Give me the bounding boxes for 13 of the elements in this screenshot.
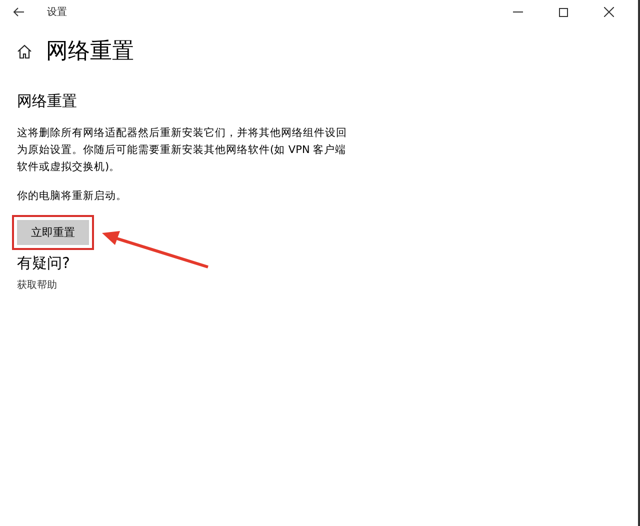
reset-now-button[interactable]: 立即重置 [17, 220, 89, 245]
window-title: 设置 [47, 6, 67, 19]
maximize-icon[interactable] [559, 8, 568, 16]
description-text: 这将删除所有网络适配器然后重新安装它们，并将其他网络组件设回为原始设置。你随后可能需要重新安装其他网络软件(如 VPN 客户端软件或虚拟交换机)。 [17, 126, 347, 175]
page-title: 网络重置 [46, 38, 134, 66]
minimize-icon[interactable] [513, 11, 523, 13]
home-icon[interactable] [17, 44, 32, 58]
restart-note: 你的电脑将重新启动。 [17, 189, 128, 203]
get-help-link[interactable]: 获取帮助 [17, 278, 57, 292]
back-icon[interactable] [13, 7, 25, 17]
section-heading: 网络重置 [17, 92, 78, 111]
close-icon[interactable] [604, 7, 614, 17]
help-heading: 有疑问? [17, 254, 71, 273]
